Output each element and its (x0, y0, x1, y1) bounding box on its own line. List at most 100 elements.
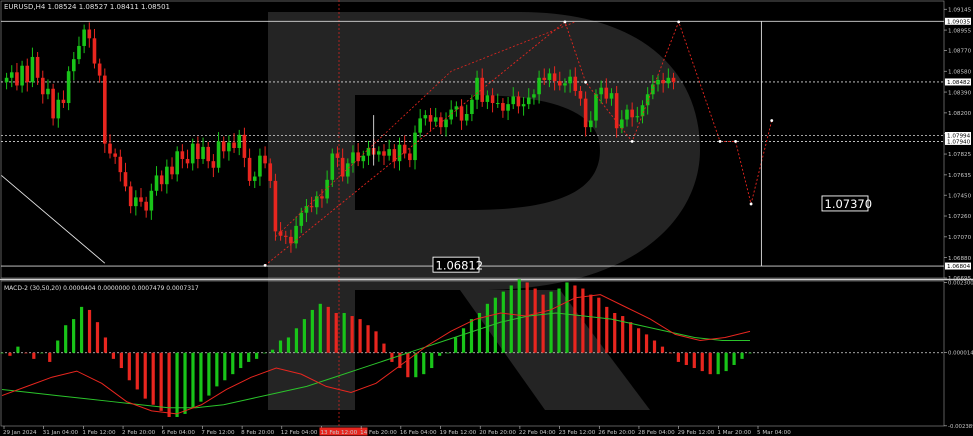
candle-body (568, 76, 572, 84)
candle-body (604, 87, 609, 99)
candle-body (4, 77, 9, 83)
candle-body (413, 132, 417, 161)
macd-histogram-bar (446, 352, 450, 354)
forecast-point (263, 263, 267, 267)
candle-body (170, 166, 174, 175)
macd-histogram-bar (414, 352, 418, 378)
macd-histogram-bar (692, 352, 696, 369)
candle-body (320, 196, 324, 199)
price-tick-label: 1.07260 (948, 214, 972, 220)
macd-histogram-bar (549, 291, 553, 353)
candle-body (180, 151, 185, 159)
candle-body (666, 77, 671, 84)
macd-histogram-bar (732, 352, 736, 365)
macd-histogram-bar (652, 340, 657, 353)
macd-histogram-bar (382, 343, 386, 353)
price-tick-label: 1.07825 (948, 152, 972, 158)
candle-body (552, 73, 557, 82)
macd-histogram-bar (573, 285, 577, 353)
candle-body (609, 93, 614, 99)
candle-body (423, 115, 428, 119)
macd-histogram-bar (151, 352, 155, 405)
macd-histogram-bar (199, 352, 203, 402)
candle-body (15, 72, 19, 86)
candle-body (640, 105, 645, 117)
macd-histogram-bar (557, 288, 561, 353)
macd-histogram-bar (119, 352, 123, 369)
price-axis: 1.09145 1.08955 1.08770 1.08580 1.08390 1.082… (944, 7, 972, 282)
candle-body (557, 81, 562, 86)
macd-histogram-bar (740, 352, 744, 359)
macd-histogram-bar (438, 352, 442, 356)
symbol-header: EURUSD,H4 1.08524 1.08527 1.08411 1.0850… (4, 3, 170, 11)
macd-histogram-bar (24, 352, 28, 354)
macd-histogram-bar (127, 352, 131, 381)
candle-body (82, 29, 86, 46)
candle-body (620, 119, 624, 129)
candle-body (66, 71, 71, 104)
candle-body (573, 76, 578, 91)
candle-body (470, 99, 474, 114)
candle-body (387, 149, 391, 156)
macd-histogram-bar (302, 319, 306, 353)
time-tick-label: 29 Feb 12:00 (678, 430, 715, 436)
candle-body (449, 109, 454, 120)
macd-histogram-bar (207, 352, 211, 396)
macd-histogram-bar (255, 352, 259, 359)
macd-histogram-bar (605, 306, 609, 353)
macd-histogram-bar (613, 312, 617, 353)
price-tick-label: 1.07450 (948, 193, 972, 199)
candle-body (268, 163, 273, 181)
candle-body (87, 29, 92, 39)
candle-body (108, 143, 112, 154)
candle-body (299, 212, 304, 226)
macd-histogram-bar (72, 319, 76, 353)
macd-histogram-bar (231, 352, 235, 375)
candle-body (128, 186, 133, 207)
candle-body (118, 156, 123, 173)
candle-body (547, 73, 552, 80)
candle-body (366, 148, 371, 156)
candle-body (588, 120, 593, 128)
macd-histogram-bar (318, 303, 322, 353)
macd-histogram-bar (597, 297, 601, 353)
macd-tick-label: -0.0023897 (948, 424, 973, 430)
macd-histogram-bar (660, 346, 665, 353)
candle-body (563, 83, 567, 86)
candle-body (144, 201, 148, 211)
price-tick-label: 1.08955 (948, 28, 972, 34)
time-tick-label: 12 Feb 04:00 (281, 430, 318, 436)
candle-body (139, 197, 143, 202)
forecast-point (770, 119, 774, 122)
candle-body (149, 190, 154, 211)
macd-histogram-bar (366, 325, 370, 353)
candle-body (289, 236, 293, 244)
time-tick-label: 23 Feb 12:00 (559, 430, 596, 436)
candle-body (526, 97, 531, 105)
macd-histogram-bar (135, 352, 139, 390)
time-tick-label: 20 Feb 20:00 (479, 430, 516, 436)
macd-histogram-bar (247, 352, 251, 362)
candle-body (594, 94, 598, 121)
price-marker-label: 1.07940 (947, 140, 971, 146)
candle-body (185, 158, 190, 164)
macd-histogram-bar (239, 352, 243, 369)
candle-body (408, 153, 412, 161)
forecast-point (718, 140, 722, 143)
macd-histogram-bar (684, 352, 688, 365)
candle-body (190, 143, 195, 164)
candle-body (46, 88, 50, 95)
macd-histogram-bar (374, 331, 378, 353)
candle-body (103, 75, 107, 144)
annotation-label: 1.07370 (825, 197, 873, 211)
macd-histogram-bar (485, 303, 490, 353)
candle-body (56, 99, 61, 119)
price-tick-label: 1.06695 (948, 276, 972, 282)
macd-histogram-bar (565, 282, 569, 353)
forecast-point (749, 202, 753, 206)
macd-histogram-bar (143, 352, 147, 399)
candle-body (671, 77, 676, 83)
macd-histogram-bar (111, 352, 116, 359)
macd-histogram-bar (48, 352, 52, 362)
macd-histogram-bar (310, 309, 314, 353)
